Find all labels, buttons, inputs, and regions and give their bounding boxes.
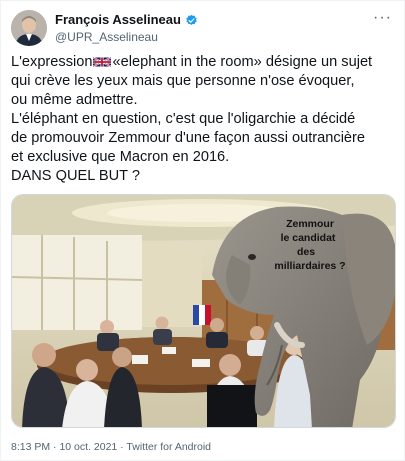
- image-caption-line: milliardaires ?: [274, 260, 345, 272]
- text-line: ou même admettre.: [11, 92, 138, 108]
- tweet-image[interactable]: Zemmour le candidat des milliardaires ?: [11, 194, 396, 428]
- text-line: L'expression «elephant in the room» dési…: [11, 53, 399, 72]
- tweet-header: François Asselineau @UPR_Asselineau ···: [11, 10, 394, 46]
- more-options-icon[interactable]: ···: [373, 10, 392, 26]
- image-caption-line: des: [297, 246, 315, 258]
- text-fragment: «elephant in the room» désigne un sujet: [112, 54, 373, 70]
- image-caption-line: le candidat: [281, 232, 336, 244]
- author-block: François Asselineau @UPR_Asselineau: [55, 12, 198, 45]
- tweet-time[interactable]: 8:13 PM: [11, 441, 50, 453]
- text-line: L'éléphant en question, c'est que l'olig…: [11, 111, 356, 127]
- text-line: de promouvoir Zemmour d'une façon aussi …: [11, 130, 366, 146]
- tweet-text: L'expression «elephant in the room» dési…: [11, 53, 399, 186]
- image-caption-line: Zemmour: [286, 218, 334, 230]
- text-fragment: L'expression: [11, 54, 93, 70]
- meta-separator: ·: [120, 441, 124, 453]
- text-line: et exclusive que Macron en 2016.: [11, 149, 230, 165]
- tweet-card: François Asselineau @UPR_Asselineau ··· …: [0, 0, 405, 461]
- text-line: qui crève les yeux mais que personne n'o…: [11, 73, 355, 89]
- text-line: DANS QUEL BUT ?: [11, 168, 140, 184]
- avatar[interactable]: [11, 10, 47, 46]
- tweet-client[interactable]: Twitter for Android: [126, 441, 211, 453]
- verified-badge-icon: [186, 14, 197, 25]
- meeting-room-illustration: Zemmour le candidat des milliardaires ?: [12, 195, 395, 427]
- uk-flag-icon: [93, 56, 112, 68]
- meta-separator: ·: [53, 441, 57, 453]
- author-handle[interactable]: @UPR_Asselineau: [55, 29, 198, 45]
- tweet-meta: 8:13 PM · 10 oct. 2021 · Twitter for And…: [11, 440, 211, 454]
- author-name[interactable]: François Asselineau: [55, 12, 181, 28]
- tweet-date[interactable]: 10 oct. 2021: [59, 441, 117, 453]
